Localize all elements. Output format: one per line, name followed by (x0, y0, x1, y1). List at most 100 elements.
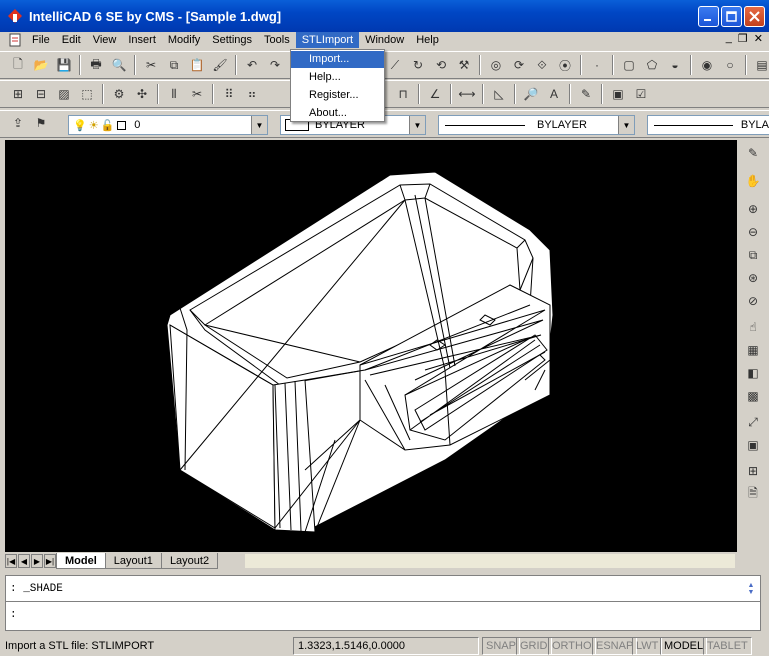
redo-icon[interactable]: ↷ (265, 55, 285, 75)
target-icon[interactable]: ◉ (697, 55, 717, 75)
menu-help[interactable]: Help (410, 32, 445, 48)
chevron-down-icon[interactable]: ▼ (409, 116, 425, 134)
mdi-restore-icon[interactable]: ❐ (738, 32, 748, 45)
ucs-icon[interactable]: ⤢ (743, 412, 763, 432)
circle-icon[interactable]: ○ (720, 55, 740, 75)
angle-icon[interactable]: ∠ (425, 84, 445, 104)
paste-icon[interactable]: 📋 (187, 55, 207, 75)
menu-modify[interactable]: Modify (162, 32, 206, 48)
frame-icon[interactable]: ▣ (608, 84, 628, 104)
menu-window[interactable]: Window (359, 32, 410, 48)
menu-about[interactable]: About... (291, 105, 384, 122)
pan-realtime-icon[interactable]: ☝ (743, 317, 763, 337)
zoom-window-icon[interactable]: ⧉ (743, 245, 763, 265)
menu-stlimport[interactable]: STLImport (295, 32, 360, 48)
model-toggle[interactable]: MODEL (660, 636, 708, 655)
snap-toggle[interactable]: SNAP (482, 636, 520, 655)
text-icon[interactable]: A (544, 84, 564, 104)
pan-hand-icon[interactable]: ✋ (743, 171, 763, 191)
linetype-combo[interactable]: BYLAYER ▼ (438, 115, 635, 135)
print-preview-icon[interactable]: 🔍 (109, 55, 129, 75)
tab-layout1[interactable]: Layout1 (104, 553, 162, 569)
slope-icon[interactable]: ◺ (489, 84, 509, 104)
shade-view-icon[interactable]: ▣ (743, 435, 763, 455)
orbit-icon[interactable]: ↻ (408, 55, 428, 75)
tablet-toggle[interactable]: TABLET (703, 636, 752, 655)
layer-combo[interactable]: 💡 ☀ 🔓 0 ▼ (68, 115, 268, 135)
layer-state-icon[interactable]: ⚑ (31, 113, 51, 133)
snap-icon[interactable]: ⟋ (385, 55, 405, 75)
view-rotate-icon[interactable]: ⟳ (509, 55, 529, 75)
menu-register[interactable]: Register... (291, 87, 384, 104)
command-area[interactable]: : _SHADE : ▲ ▼ (5, 575, 761, 631)
maximize-button[interactable] (721, 6, 742, 27)
zoom-out-icon[interactable]: ⊖ (743, 222, 763, 242)
insert-block-icon[interactable]: ⊞ (8, 84, 28, 104)
box-icon[interactable]: ▢ (619, 55, 639, 75)
zoom-realtime-icon[interactable]: ⊛ (743, 268, 763, 288)
table-icon[interactable]: ⊞ (743, 461, 763, 481)
ortho-toggle[interactable]: ORTHO (548, 636, 596, 655)
explode-icon[interactable]: ✣ (132, 84, 152, 104)
copy-icon[interactable]: ⧉ (164, 55, 184, 75)
next-tab-icon[interactable]: ▶ (31, 554, 43, 568)
mdi-close-icon[interactable]: ✕ (754, 32, 763, 45)
new-icon[interactable]: 🗋 (8, 55, 28, 75)
first-tab-icon[interactable]: |◀ (5, 554, 17, 568)
lineweight-combo[interactable]: BYLA (647, 115, 769, 135)
point-icon[interactable]: · (587, 55, 607, 75)
viewport-icon[interactable]: ◧ (743, 363, 763, 383)
tab-model[interactable]: Model (56, 553, 106, 569)
minimize-button[interactable] (698, 6, 719, 27)
zoom-in-icon[interactable]: ⊕ (743, 199, 763, 219)
hatch-icon[interactable]: ▨ (54, 84, 74, 104)
menu-insert[interactable]: Insert (122, 32, 162, 48)
prev-tab-icon[interactable]: ◀ (18, 554, 30, 568)
close-button[interactable] (744, 6, 765, 27)
rotate-view-icon[interactable]: ⟲ (431, 55, 451, 75)
region-icon[interactable]: ⬚ (77, 84, 97, 104)
menu-settings[interactable]: Settings (206, 32, 258, 48)
command-scroll-icon[interactable]: ▲ ▼ (744, 582, 758, 608)
layer-manager-icon[interactable]: ⇪ (8, 113, 28, 133)
hide-icon[interactable]: ◒ (665, 55, 685, 75)
zoom-previous-icon[interactable]: ⊘ (743, 291, 763, 311)
xref-icon[interactable]: ⊟ (31, 84, 51, 104)
menu-help-item[interactable]: Help... (291, 69, 384, 86)
save-icon[interactable]: 💾 (54, 55, 74, 75)
tool-icon[interactable]: ⚒ (454, 55, 474, 75)
grid-icon[interactable]: ⠶ (242, 84, 262, 104)
horizontal-scrollbar[interactable] (245, 554, 735, 568)
view-iso-icon[interactable]: ⟐ (532, 55, 552, 75)
drawing-canvas[interactable] (5, 140, 737, 552)
print-icon[interactable]: 🖶 (86, 55, 106, 75)
lwt-toggle[interactable]: LWT (632, 636, 663, 655)
cut-icon[interactable]: ✂ (141, 55, 161, 75)
grid-toggle[interactable]: GRID (516, 636, 552, 655)
menu-file[interactable]: File (26, 32, 56, 48)
match-properties-icon[interactable]: 🖌 (210, 55, 230, 75)
command-input[interactable]: : (6, 602, 760, 628)
shade-icon[interactable]: ⬠ (642, 55, 662, 75)
view-front-icon[interactable]: ◎ (486, 55, 506, 75)
layer-icon[interactable]: ▤ (752, 55, 769, 75)
settings-icon[interactable]: ⚙ (109, 84, 129, 104)
chevron-down-icon[interactable]: ▼ (251, 116, 267, 134)
dimension-icon[interactable]: ⊓ (393, 84, 413, 104)
open-icon[interactable]: 📂 (31, 55, 51, 75)
menu-import[interactable]: Import... (291, 51, 384, 68)
render-icon[interactable]: ▩ (743, 386, 763, 406)
last-tab-icon[interactable]: ▶| (44, 554, 56, 568)
linear-dim-icon[interactable]: ⟷ (457, 84, 477, 104)
chevron-down-icon[interactable]: ▼ (618, 116, 634, 134)
document-properties-icon[interactable]: 🗎 (743, 484, 763, 504)
named-views-icon[interactable]: ▦ (743, 340, 763, 360)
mirror-icon[interactable]: ⫴ (164, 84, 184, 104)
trim-icon[interactable]: ✂ (187, 84, 207, 104)
pencil-icon[interactable]: ✎ (576, 84, 596, 104)
menu-edit[interactable]: Edit (56, 32, 87, 48)
esnap-toggle[interactable]: ESNAP (592, 636, 638, 655)
document-icon[interactable] (8, 33, 22, 47)
mdi-minimize-icon[interactable]: _ (726, 32, 732, 45)
properties-icon[interactable]: ☑ (631, 84, 651, 104)
